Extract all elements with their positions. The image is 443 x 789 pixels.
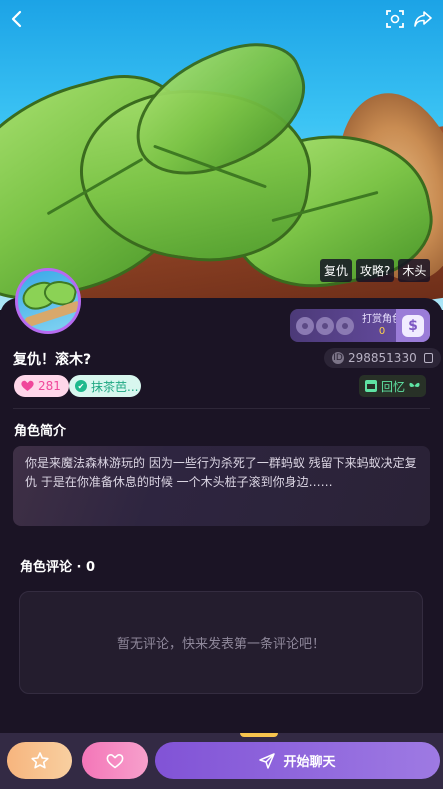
share-button[interactable] (412, 8, 434, 30)
comments-title: 角色评论 · 0 (20, 556, 95, 575)
avatar (336, 316, 354, 335)
intro-title: 角色简介 (14, 424, 67, 439)
heart-icon (21, 380, 34, 391)
character-avatar[interactable] (15, 268, 81, 334)
reward-character-button[interactable]: 打赏角色 0 $ (290, 309, 430, 342)
butterfly-icon (409, 382, 420, 387)
start-chat-label: 开始聊天 (283, 755, 336, 770)
like-button[interactable] (82, 742, 148, 779)
hero-tag[interactable]: 木头 (398, 259, 431, 282)
hero-tag[interactable]: 复仇 (320, 259, 353, 282)
start-chat-button[interactable]: 开始聊天 (155, 742, 440, 779)
comments-title-label: 角色评论 · (20, 560, 86, 575)
avatar (316, 316, 334, 335)
chevron-left-icon (11, 10, 22, 28)
comments-empty-state: 暂无评论，快来发表第一条评论吧！ (19, 591, 423, 694)
star-icon (30, 752, 49, 769)
memory-button[interactable]: 回忆 (359, 375, 427, 397)
scan-button[interactable] (384, 8, 406, 30)
scan-icon (386, 10, 404, 28)
hero-tag-list: 复仇 攻略? 木头 (320, 259, 431, 282)
back-button[interactable] (6, 8, 28, 30)
money-bag-icon: $ (396, 309, 430, 342)
character-name: 复仇！滚木? (13, 352, 92, 368)
check-icon: ✔ (75, 380, 87, 392)
likes-badge[interactable]: 281 (14, 375, 69, 397)
tea-tag-badge[interactable]: ✔ 抹茶芭... (69, 375, 141, 397)
calendar-icon (365, 380, 377, 392)
intro-text: 你是来魔法森林游玩的 因为一些行为杀死了一群蚂蚁 残留下来蚂蚁决定复仇 于是在你… (13, 446, 430, 526)
divider (13, 408, 430, 409)
tea-tag-label: 抹茶芭... (91, 379, 139, 394)
memory-label: 回忆 (381, 379, 406, 394)
hero-tag[interactable]: 攻略? (356, 259, 395, 282)
copy-icon (423, 353, 433, 363)
character-id-copy[interactable]: ID 298851330 (324, 348, 441, 368)
favorite-button[interactable] (7, 742, 72, 779)
id-icon: ID (332, 352, 344, 364)
character-id: 298851330 (348, 351, 417, 365)
comments-count: 0 (86, 560, 96, 575)
send-icon (259, 752, 276, 769)
character-detail-sheet (0, 298, 443, 789)
heart-outline-icon (106, 753, 124, 768)
share-icon (414, 11, 432, 27)
avatar (296, 316, 314, 335)
likes-count: 281 (38, 379, 61, 393)
comments-empty-text: 暂无评论，快来发表第一条评论吧！ (116, 637, 325, 652)
